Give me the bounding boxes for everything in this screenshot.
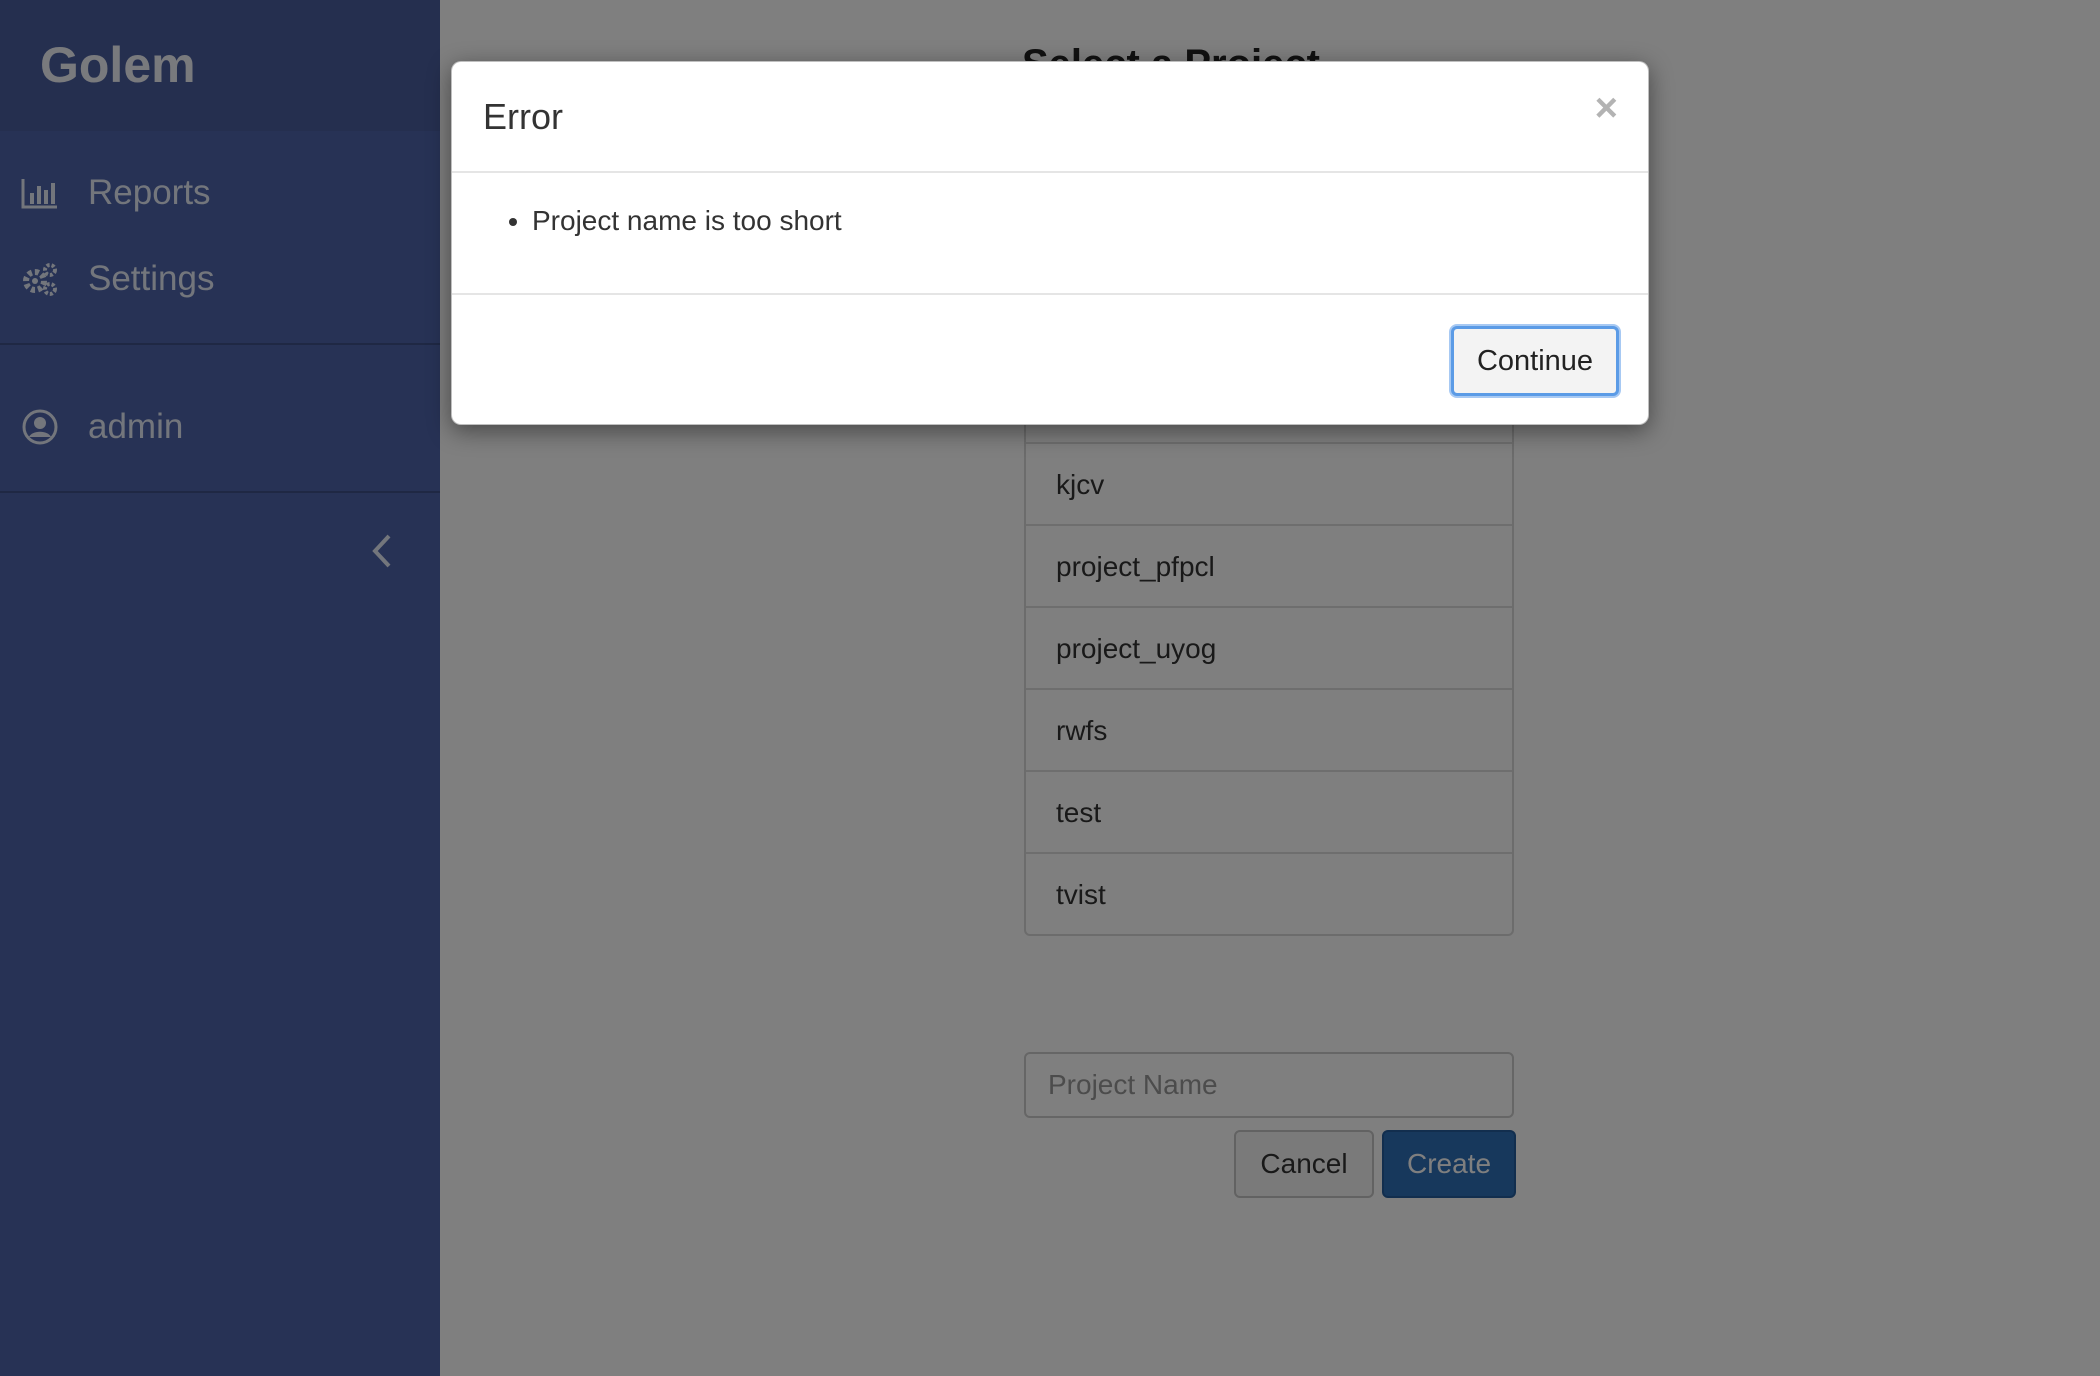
app-window: Golem Reports xyxy=(0,0,2100,1376)
continue-button[interactable]: Continue xyxy=(1451,326,1619,396)
error-dialog: Error × Project name is too short Contin… xyxy=(451,61,1649,425)
dialog-header: Error × xyxy=(452,62,1648,173)
error-list: Project name is too short xyxy=(532,205,842,237)
close-icon[interactable]: × xyxy=(1595,88,1618,128)
dialog-body: Project name is too short xyxy=(452,173,1648,295)
dialog-title: Error xyxy=(483,96,563,137)
error-message: Project name is too short xyxy=(532,205,842,237)
